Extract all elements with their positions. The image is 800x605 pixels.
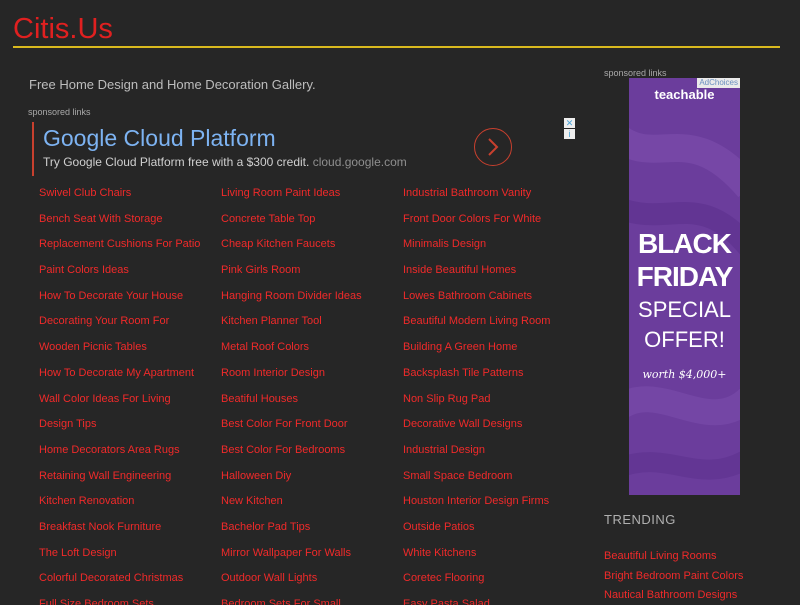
link-item[interactable]: Home Decorators Area Rugs — [39, 443, 221, 469]
link-item[interactable]: Coretec Flooring — [403, 571, 579, 597]
link-item[interactable]: Kitchen Planner Tool — [221, 314, 403, 340]
link-item[interactable]: The Loft Design — [39, 546, 221, 572]
link-item[interactable]: Backsplash Tile Patterns — [403, 366, 579, 392]
link-item[interactable]: Cheap Kitchen Faucets — [221, 237, 403, 263]
link-item[interactable]: Lowes Bathroom Cabinets — [403, 289, 579, 315]
title-divider — [13, 46, 780, 48]
link-item[interactable]: Minimalis Design — [403, 237, 579, 263]
ad-arrow-button[interactable] — [474, 128, 512, 166]
link-item[interactable]: Houston Interior Design Firms — [403, 494, 579, 520]
link-item[interactable]: Mirror Wallpaper For Walls — [221, 546, 403, 572]
site-title-link[interactable]: Citis.Us — [13, 12, 113, 46]
ad-headline-2: FRIDAY — [636, 261, 734, 292]
teachable-ad[interactable]: AdChoices teachable BLACK FRIDAY SPECIAL… — [629, 78, 740, 495]
link-item[interactable]: How To Decorate My Apartment — [39, 366, 221, 392]
trending-list: Beautiful Living Rooms Bright Bedroom Pai… — [604, 547, 743, 605]
trending-title: TRENDING — [604, 512, 676, 527]
link-grid: Swivel Club Chairs Living Room Paint Idea… — [39, 186, 579, 605]
link-item[interactable]: Retaining Wall Engineering — [39, 469, 221, 495]
ad-headline-4: OFFER! — [644, 327, 725, 352]
link-item[interactable]: Industrial Design — [403, 443, 579, 469]
link-item[interactable]: Pink Girls Room — [221, 263, 403, 289]
link-item[interactable]: Concrete Table Top — [221, 212, 403, 238]
link-item[interactable]: Industrial Bathroom Vanity — [403, 186, 579, 212]
ad-description: Try Google Cloud Platform free with a $3… — [43, 155, 407, 169]
page: Citis.Us Free Home Design and Home Decor… — [0, 0, 800, 605]
link-item[interactable]: Breakfast Nook Furniture — [39, 520, 221, 546]
link-item[interactable]: Replacement Cushions For Patio — [39, 237, 221, 263]
ad-worth-text: worth $4,000+ — [642, 368, 727, 381]
link-item[interactable]: Living Room Paint Ideas — [221, 186, 403, 212]
link-item[interactable]: Outside Patios — [403, 520, 579, 546]
link-item[interactable]: Bachelor Pad Tips — [221, 520, 403, 546]
link-item[interactable]: Front Door Colors For White — [403, 212, 579, 238]
sponsored-label: sponsored links — [28, 107, 91, 117]
trending-link[interactable]: Bright Bedroom Paint Colors — [604, 567, 743, 587]
link-item[interactable]: Bench Seat With Storage — [39, 212, 221, 238]
link-item[interactable]: Wall Color Ideas For Living — [39, 392, 221, 418]
link-item[interactable]: Best Color For Front Door — [221, 417, 403, 443]
link-item[interactable]: Colorful Decorated Christmas — [39, 571, 221, 597]
ad-controls: ✕ i — [564, 118, 575, 140]
link-item[interactable]: Paint Colors Ideas — [39, 263, 221, 289]
trending-link[interactable]: Beautiful Living Rooms — [604, 547, 743, 567]
link-item[interactable]: Outdoor Wall Lights — [221, 571, 403, 597]
link-item[interactable]: Wooden Picnic Tables — [39, 340, 221, 366]
link-item[interactable]: Swivel Club Chairs — [39, 186, 221, 212]
link-item[interactable]: Decorating Your Room For — [39, 314, 221, 340]
link-item[interactable]: Decorative Wall Designs — [403, 417, 579, 443]
link-item[interactable]: Halloween Diy — [221, 469, 403, 495]
link-item[interactable]: How To Decorate Your House — [39, 289, 221, 315]
link-item[interactable]: Metal Roof Colors — [221, 340, 403, 366]
chevron-right-icon — [488, 138, 499, 156]
info-icon[interactable]: i — [564, 129, 575, 139]
link-item[interactable]: Design Tips — [39, 417, 221, 443]
link-item[interactable]: Beatiful Houses — [221, 392, 403, 418]
ad-headline-1: BLACK — [638, 228, 732, 259]
link-item[interactable]: Non Slip Rug Pad — [403, 392, 579, 418]
sidebar-sponsored-label: sponsored links — [604, 68, 667, 78]
link-item[interactable]: Hanging Room Divider Ideas — [221, 289, 403, 315]
close-icon[interactable]: ✕ — [564, 118, 575, 128]
link-item[interactable]: Kitchen Renovation — [39, 494, 221, 520]
link-item[interactable]: Beautiful Modern Living Room — [403, 314, 579, 340]
link-item[interactable]: New Kitchen — [221, 494, 403, 520]
trending-link[interactable]: Nautical Bathroom Designs — [604, 586, 743, 605]
google-ad-banner[interactable]: Google Cloud Platform Try Google Cloud P… — [32, 118, 575, 176]
link-item[interactable]: Small Space Bedroom — [403, 469, 579, 495]
ad-brand: teachable — [654, 87, 715, 102]
link-item[interactable]: Easy Pasta Salad — [403, 597, 579, 605]
link-item[interactable]: White Kitchens — [403, 546, 579, 572]
link-item[interactable]: Bedroom Sets For Small — [221, 597, 403, 605]
ad-description-text: Try Google Cloud Platform free with a $3… — [43, 155, 310, 169]
ad-url[interactable]: cloud.google.com — [313, 155, 407, 169]
link-item[interactable]: Building A Green Home — [403, 340, 579, 366]
tagline: Free Home Design and Home Decoration Gal… — [29, 77, 316, 92]
link-item[interactable]: Inside Beautiful Homes — [403, 263, 579, 289]
ad-headline-3: SPECIAL — [638, 297, 731, 322]
ad-title[interactable]: Google Cloud Platform — [43, 125, 276, 152]
link-item[interactable]: Room Interior Design — [221, 366, 403, 392]
link-item[interactable]: Best Color For Bedrooms — [221, 443, 403, 469]
link-item[interactable]: Full Size Bedroom Sets — [39, 597, 221, 605]
